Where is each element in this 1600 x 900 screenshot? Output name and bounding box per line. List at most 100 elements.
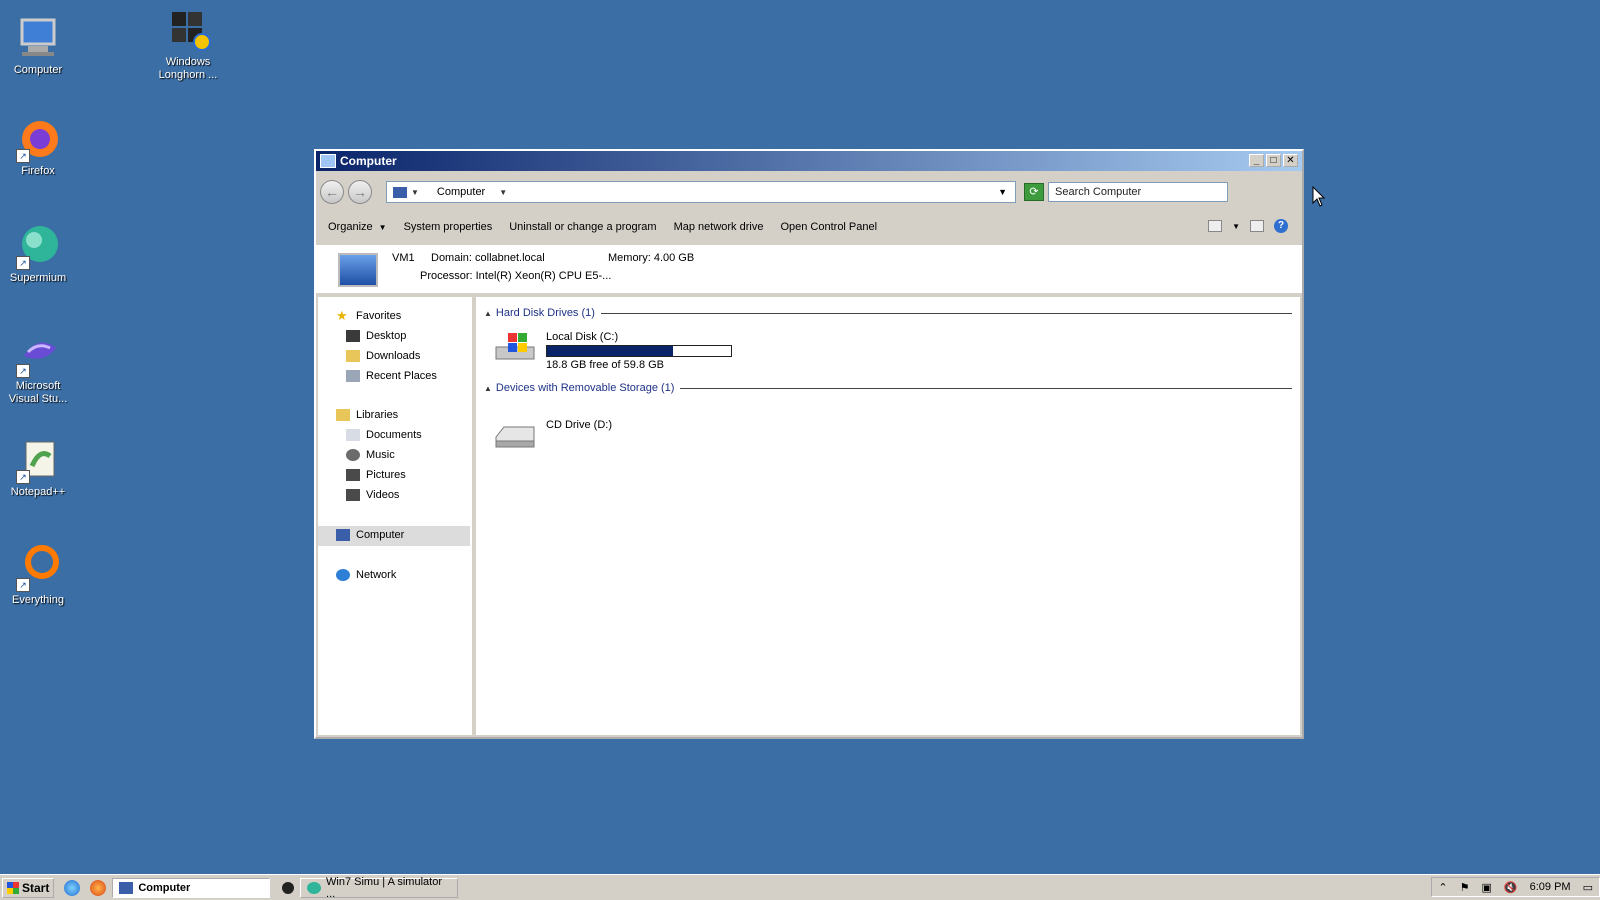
nav-item-documents[interactable]: Documents	[346, 429, 422, 441]
computer-icon	[338, 253, 378, 287]
map-network-drive-button[interactable]: Map network drive	[674, 221, 764, 233]
command-bar: Organize ▼ System properties Uninstall or…	[316, 213, 1302, 241]
address-history-dropdown-icon[interactable]: ▼	[998, 187, 1007, 197]
media-player-icon[interactable]	[282, 881, 295, 894]
address-bar[interactable]: ▼ Computer ▼ ▼	[386, 181, 1016, 203]
back-arrow-icon: ←	[325, 184, 339, 200]
computer-icon	[336, 529, 350, 541]
open-control-panel-button[interactable]: Open Control Panel	[780, 221, 877, 233]
minimize-button[interactable]: _	[1249, 154, 1264, 167]
nav-item-computer[interactable]: Computer	[336, 529, 404, 541]
taskbar-button-computer[interactable]: Computer	[112, 877, 271, 898]
help-icon[interactable]: ?	[1274, 219, 1288, 233]
drive-cd-d[interactable]: CD Drive (D:)	[494, 419, 694, 455]
drive-local-disk-c[interactable]: Local Disk (C:) 18.8 GB free of 59.8 GB	[494, 331, 754, 375]
windows-drive-icon	[495, 333, 535, 360]
desktop-icon-supermium[interactable]: ↗ Supermium	[0, 222, 76, 285]
organize-button[interactable]: Organize ▼	[328, 221, 387, 233]
desktop-icon	[346, 330, 360, 342]
desktop-icon-windows-longhorn[interactable]: Windows Longhorn ...	[150, 6, 226, 82]
desktop-icon-computer[interactable]: Computer	[0, 14, 76, 77]
desktop-icon-label: Microsoft Visual Stu...	[8, 380, 68, 405]
task-label: Computer	[138, 881, 191, 894]
start-button[interactable]: Start	[2, 877, 55, 898]
forward-arrow-icon: →	[353, 184, 367, 200]
disk-usage-fill	[547, 346, 674, 356]
desktop-icon-visual-studio[interactable]: ↗ Microsoft Visual Stu...	[0, 330, 76, 406]
window-controls: _ □ ✕	[1249, 154, 1298, 167]
computer-name: VM1	[392, 252, 415, 264]
collapse-triangle-icon[interactable]: ▲	[484, 309, 492, 318]
drive-free-space: 18.8 GB free of 59.8 GB	[546, 359, 665, 371]
volume-muted-icon[interactable]: 🔇	[1504, 881, 1518, 894]
disk-usage-bar	[546, 345, 732, 357]
nav-item-favorites[interactable]: ★ Favorites	[336, 309, 401, 322]
desktop-icon-everything[interactable]: ↗ Everything	[0, 544, 76, 607]
nav-item-libraries[interactable]: Libraries	[336, 409, 398, 421]
refresh-button[interactable]: ⟳	[1024, 183, 1044, 201]
shortcut-arrow-icon: ↗	[16, 256, 30, 270]
nav-item-pictures[interactable]: Pictures	[346, 469, 406, 481]
shortcut-arrow-icon: ↗	[16, 364, 30, 378]
nav-label: Recent Places	[366, 370, 437, 382]
system-tray: ⌃ ⚑ ▣ 🔇 6:09 PM ▭	[1431, 877, 1600, 897]
desktop-icon-label: Supermium	[9, 272, 67, 284]
computer-icon	[119, 881, 134, 894]
group-divider	[600, 312, 1292, 314]
flag-icon[interactable]: ⚑	[1460, 881, 1470, 894]
address-row: ← → ▼ Computer ▼ ▼ ⟳ Search Computer	[320, 175, 1298, 209]
group-header-hard-disk-drives[interactable]: ▲ Hard Disk Drives (1)	[484, 307, 1292, 319]
nav-item-recent-places[interactable]: Recent Places	[346, 370, 437, 382]
desktop-icon-label: Everything	[12, 594, 64, 606]
close-button[interactable]: ✕	[1283, 154, 1298, 167]
taskbar-button-win7-simu[interactable]: Win7 Simu | A simulator ...	[300, 876, 459, 900]
uninstall-program-button[interactable]: Uninstall or change a program	[509, 221, 656, 233]
documents-icon	[346, 429, 360, 441]
nav-label: Videos	[366, 489, 400, 501]
clock[interactable]: 6:09 PM	[1530, 881, 1571, 893]
nav-label: Music	[366, 449, 395, 461]
group-label: Hard Disk Drives (1)	[495, 307, 595, 319]
nav-label: Documents	[366, 429, 422, 441]
windows-logo-icon	[164, 6, 212, 54]
title-bar[interactable]: Computer _ □ ✕	[316, 151, 1302, 171]
desktop-icon-label: Computer	[13, 64, 63, 76]
internet-explorer-icon[interactable]	[64, 879, 81, 896]
nav-item-desktop[interactable]: Desktop	[346, 330, 406, 342]
back-button[interactable]: ←	[320, 180, 344, 204]
change-view-icon[interactable]	[1208, 220, 1223, 232]
domain-text: Domain: collabnet.local	[431, 252, 545, 264]
chevron-down-icon[interactable]: ▼	[1232, 222, 1240, 231]
computer-icon	[14, 14, 62, 62]
breadcrumb-computer[interactable]: Computer	[437, 186, 485, 198]
nav-item-downloads[interactable]: Downloads	[346, 350, 420, 362]
drive-name: CD Drive (D:)	[546, 419, 612, 431]
nav-item-network[interactable]: Network	[336, 569, 396, 581]
preview-pane-icon[interactable]	[1250, 220, 1264, 232]
chevron-down-icon[interactable]: ▼	[499, 188, 507, 197]
windows-flag-icon	[7, 881, 19, 894]
show-hidden-icons-icon[interactable]: ⌃	[1438, 881, 1447, 894]
system-properties-button[interactable]: System properties	[404, 221, 493, 233]
show-desktop-icon[interactable]: ▭	[1583, 881, 1593, 894]
supermium-icon	[307, 881, 322, 894]
forward-button[interactable]: →	[348, 180, 372, 204]
music-icon	[346, 449, 360, 461]
search-input[interactable]: Search Computer	[1048, 182, 1228, 202]
nav-label: Libraries	[356, 409, 399, 421]
maximize-button[interactable]: □	[1266, 154, 1281, 167]
organize-label: Organize	[328, 221, 373, 233]
recent-places-icon	[346, 370, 360, 382]
desktop-icon-notepadpp[interactable]: ↗ Notepad++	[0, 436, 76, 499]
group-header-removable-storage[interactable]: ▲ Devices with Removable Storage (1)	[484, 382, 1292, 394]
desktop-icon-firefox[interactable]: ↗ Firefox	[0, 115, 76, 178]
desktop-icon-label-text: Windows Longhorn ...	[158, 56, 218, 81]
network-tray-icon[interactable]: ▣	[1482, 881, 1492, 894]
nav-item-videos[interactable]: Videos	[346, 489, 399, 501]
collapse-triangle-icon[interactable]: ▲	[484, 384, 492, 393]
chevron-down-icon[interactable]: ▼	[411, 188, 419, 197]
nav-item-music[interactable]: Music	[346, 449, 395, 461]
firefox-icon[interactable]	[90, 879, 107, 896]
memory-text: Memory: 4.00 GB	[608, 252, 695, 264]
mouse-cursor-icon	[1312, 186, 1326, 207]
